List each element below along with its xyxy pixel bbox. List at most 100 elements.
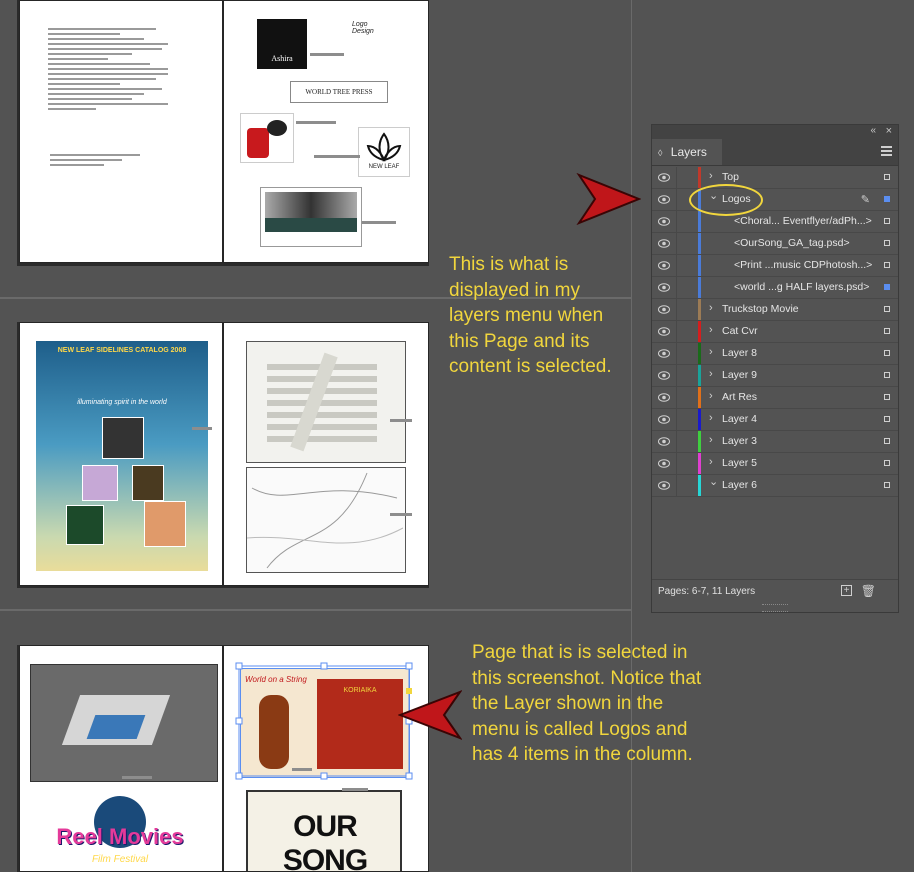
red-arrow-to-page bbox=[398, 690, 462, 740]
close-panel-icon[interactable]: × bbox=[886, 125, 892, 137]
eye-icon[interactable] bbox=[658, 217, 670, 226]
select-target-square[interactable] bbox=[884, 394, 890, 400]
chevron-right-icon[interactable]: › bbox=[709, 456, 713, 468]
layer-row[interactable]: › Art Res bbox=[652, 387, 898, 409]
panel-footer: Pages: 6-7, 11 Layers + 🗑 bbox=[652, 579, 898, 604]
layer-label: Top bbox=[722, 171, 739, 183]
callout-top-line: content is selected. bbox=[449, 356, 612, 377]
select-target-square[interactable] bbox=[884, 174, 890, 180]
lock-column[interactable] bbox=[676, 189, 677, 210]
layer-row[interactable]: › Cat Cvr bbox=[652, 321, 898, 343]
lock-column[interactable] bbox=[676, 299, 677, 320]
panel-menu-icon[interactable] bbox=[881, 146, 892, 158]
chevron-right-icon[interactable]: › bbox=[709, 390, 713, 402]
eye-icon[interactable] bbox=[658, 415, 670, 424]
callout-top-line: layers menu when bbox=[449, 305, 604, 326]
layer-color-swatch bbox=[698, 453, 701, 474]
layers-list: › Top ⌄ Logos ✎ <Choral... Eventflyer/adPh...… bbox=[652, 167, 898, 497]
panel-expand-icon[interactable]: ◊ bbox=[658, 148, 662, 158]
callout-bottom-line: this screenshot. Notice that bbox=[472, 667, 702, 689]
layer-item-row[interactable]: <OurSong_GA_tag.psd> bbox=[652, 233, 898, 255]
layer-color-swatch bbox=[698, 167, 701, 188]
chevron-right-icon[interactable]: › bbox=[709, 368, 713, 380]
lock-column[interactable] bbox=[676, 167, 677, 188]
eye-icon[interactable] bbox=[658, 437, 670, 446]
select-target-square[interactable] bbox=[884, 438, 890, 444]
layer-item-row[interactable]: <world ...g HALF layers.psd> bbox=[652, 277, 898, 299]
eye-icon[interactable] bbox=[658, 349, 670, 358]
layer-label: Layer 8 bbox=[722, 347, 758, 359]
select-target-square[interactable] bbox=[884, 460, 890, 466]
select-target-square[interactable] bbox=[884, 482, 890, 488]
layer-row[interactable]: › Layer 4 bbox=[652, 409, 898, 431]
chevron-right-icon[interactable]: › bbox=[709, 346, 713, 358]
lock-column[interactable] bbox=[676, 211, 677, 232]
pages-layers-info: Pages: 6-7, 11 Layers bbox=[658, 586, 756, 597]
tab-layers[interactable]: ◊ Layers bbox=[652, 139, 722, 165]
chevron-right-icon[interactable]: › bbox=[709, 434, 713, 446]
select-target-square[interactable] bbox=[884, 416, 890, 422]
eye-icon[interactable] bbox=[658, 283, 670, 292]
lock-column[interactable] bbox=[676, 453, 677, 474]
select-target-square[interactable] bbox=[884, 306, 890, 312]
lock-column[interactable] bbox=[676, 233, 677, 254]
eye-icon[interactable] bbox=[658, 459, 670, 468]
lock-column[interactable] bbox=[676, 431, 677, 452]
lock-column[interactable] bbox=[676, 321, 677, 342]
layer-row[interactable]: › Layer 5 bbox=[652, 453, 898, 475]
lock-column[interactable] bbox=[676, 475, 677, 496]
layer-row[interactable]: ⌄ Layer 6 bbox=[652, 475, 898, 497]
select-target-square[interactable] bbox=[884, 284, 890, 290]
select-target-square[interactable] bbox=[884, 262, 890, 268]
select-target-square[interactable] bbox=[884, 196, 890, 202]
eye-icon[interactable] bbox=[658, 305, 670, 314]
chevron-right-icon[interactable]: › bbox=[709, 170, 713, 182]
layer-item-row[interactable]: <Print ...music CDPhotosh...> bbox=[652, 255, 898, 277]
lock-column[interactable] bbox=[676, 255, 677, 276]
chevron-down-icon[interactable]: ⌄ bbox=[709, 475, 718, 488]
layer-row[interactable]: › Truckstop Movie bbox=[652, 299, 898, 321]
panel-resize-grip[interactable] bbox=[762, 604, 788, 612]
chevron-right-icon[interactable]: › bbox=[709, 302, 713, 314]
new-layer-icon[interactable]: + bbox=[841, 585, 852, 596]
lock-column[interactable] bbox=[676, 387, 677, 408]
layer-row[interactable]: › Layer 9 bbox=[652, 365, 898, 387]
chevron-right-icon[interactable]: › bbox=[709, 324, 713, 336]
layer-row[interactable]: › Layer 8 bbox=[652, 343, 898, 365]
select-target-square[interactable] bbox=[884, 218, 890, 224]
select-target-square[interactable] bbox=[884, 240, 890, 246]
callout-top: This is what is displayed in my layers m… bbox=[449, 252, 639, 380]
eye-icon[interactable] bbox=[658, 481, 670, 490]
logos-highlight-circle bbox=[689, 184, 763, 216]
eye-icon[interactable] bbox=[658, 261, 670, 270]
eye-icon[interactable] bbox=[658, 393, 670, 402]
collapse-panel-icon[interactable]: « bbox=[870, 125, 876, 136]
layer-item-label: <OurSong_GA_tag.psd> bbox=[734, 237, 850, 249]
layer-label: Cat Cvr bbox=[722, 325, 758, 337]
layers-panel[interactable]: « × ◊ Layers › Top ⌄ Logos ✎ <Choral... Event… bbox=[651, 124, 899, 613]
panel-title-bar[interactable]: « × bbox=[652, 125, 898, 139]
eye-icon[interactable] bbox=[658, 195, 670, 204]
layer-label: Layer 9 bbox=[722, 369, 758, 381]
eye-icon[interactable] bbox=[658, 173, 670, 182]
lock-column[interactable] bbox=[676, 409, 677, 430]
select-target-square[interactable] bbox=[884, 372, 890, 378]
lock-column[interactable] bbox=[676, 343, 677, 364]
layer-item-label: <Print ...music CDPhotosh...> bbox=[734, 259, 873, 271]
trash-icon[interactable]: 🗑 bbox=[861, 584, 876, 598]
layer-row[interactable]: › Layer 3 bbox=[652, 431, 898, 453]
select-target-square[interactable] bbox=[884, 350, 890, 356]
layer-color-swatch bbox=[698, 255, 701, 276]
eye-icon[interactable] bbox=[658, 327, 670, 336]
layer-item-row[interactable]: <Choral... Eventflyer/adPh...> bbox=[652, 211, 898, 233]
layer-row[interactable]: › Top bbox=[652, 167, 898, 189]
layer-label: Layer 3 bbox=[722, 435, 758, 447]
callout-top-line: this Page and its bbox=[449, 330, 590, 352]
chevron-right-icon[interactable]: › bbox=[709, 412, 713, 424]
callout-top-line: displayed in my bbox=[449, 279, 580, 301]
lock-column[interactable] bbox=[676, 277, 677, 298]
select-target-square[interactable] bbox=[884, 328, 890, 334]
eye-icon[interactable] bbox=[658, 371, 670, 380]
lock-column[interactable] bbox=[676, 365, 677, 386]
eye-icon[interactable] bbox=[658, 239, 670, 248]
